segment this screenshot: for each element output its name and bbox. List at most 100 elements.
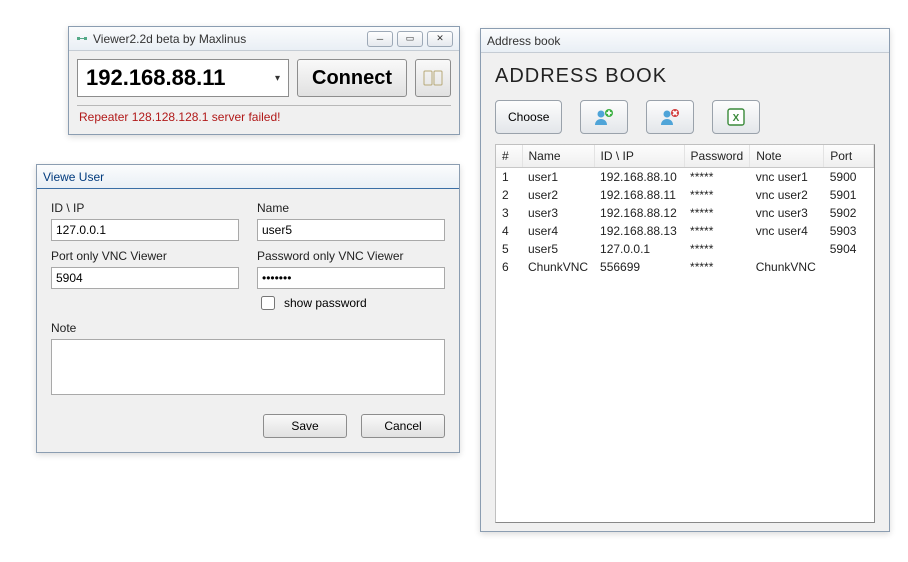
- addressbook-button[interactable]: [415, 59, 451, 97]
- label-port: Port only VNC Viewer: [51, 249, 239, 263]
- viewer-window: Viewer2.2d beta by Maxlinus ─ ▭ ✕ ▾ Conn…: [68, 26, 460, 135]
- table-cell: *****: [684, 258, 750, 276]
- viewer-titlebar: Viewer2.2d beta by Maxlinus ─ ▭ ✕: [69, 27, 459, 51]
- table-cell: 5902: [824, 204, 874, 222]
- field-note: Note: [51, 321, 445, 398]
- table-cell: 5: [496, 240, 522, 258]
- user-title: Viewe User: [43, 170, 453, 184]
- addressbook-title-small: Address book: [487, 34, 883, 48]
- table-cell: 556699: [594, 258, 684, 276]
- addressbook-heading: ADDRESS BOOK: [495, 65, 875, 88]
- maximize-button[interactable]: ▭: [397, 31, 423, 47]
- table-cell: 192.168.88.13: [594, 222, 684, 240]
- table-row[interactable]: 2user2192.168.88.11*****vnc user25901: [496, 186, 874, 204]
- field-name: Name: [257, 201, 445, 241]
- table-cell: 1: [496, 168, 522, 187]
- table-cell: 192.168.88.12: [594, 204, 684, 222]
- column-header[interactable]: Name: [522, 145, 594, 168]
- addressbook-window: Address book ADDRESS BOOK Choose X: [480, 28, 890, 532]
- save-button[interactable]: Save: [263, 414, 347, 438]
- table-cell: vnc user3: [750, 204, 824, 222]
- user-dialog: Viewe User ID \ IP Name Port only VNC Vi…: [36, 164, 460, 453]
- table-cell: ChunkVNC: [522, 258, 594, 276]
- table-cell: 6: [496, 258, 522, 276]
- label-name: Name: [257, 201, 445, 215]
- table-cell: *****: [684, 222, 750, 240]
- table-cell: user4: [522, 222, 594, 240]
- table-cell: user1: [522, 168, 594, 187]
- user-plus-icon: [593, 107, 615, 127]
- status-text: Repeater 128.128.128.1 server failed!: [77, 105, 451, 126]
- table-cell: [750, 240, 824, 258]
- table-cell: 192.168.88.10: [594, 168, 684, 187]
- table-cell: 5903: [824, 222, 874, 240]
- table-cell: 192.168.88.11: [594, 186, 684, 204]
- column-header[interactable]: Port: [824, 145, 874, 168]
- cancel-button[interactable]: Cancel: [361, 414, 445, 438]
- svg-text:X: X: [733, 113, 740, 124]
- table-row[interactable]: 4user4192.168.88.13*****vnc user45903: [496, 222, 874, 240]
- column-header[interactable]: Note: [750, 145, 824, 168]
- user-delete-icon: [659, 107, 681, 127]
- table-cell: 5900: [824, 168, 874, 187]
- minimize-button[interactable]: ─: [367, 31, 393, 47]
- table-cell: 5904: [824, 240, 874, 258]
- input-port[interactable]: [51, 267, 239, 289]
- table-cell: *****: [684, 186, 750, 204]
- label-password: Password only VNC Viewer: [257, 249, 445, 263]
- table-cell: 2: [496, 186, 522, 204]
- app-icon: [75, 32, 89, 46]
- field-id-ip: ID \ IP: [51, 201, 239, 241]
- user-titlebar: Viewe User: [37, 165, 459, 189]
- export-excel-button[interactable]: X: [712, 100, 760, 134]
- choose-button[interactable]: Choose: [495, 100, 562, 134]
- addressbook-table[interactable]: #NameID \ IPPasswordNotePort 1user1192.1…: [496, 145, 874, 276]
- addressbook-titlebar: Address book: [481, 29, 889, 53]
- label-note: Note: [51, 321, 445, 335]
- table-cell: user5: [522, 240, 594, 258]
- delete-user-button[interactable]: [646, 100, 694, 134]
- table-cell: vnc user1: [750, 168, 824, 187]
- window-controls: ─ ▭ ✕: [367, 31, 453, 47]
- table-cell: *****: [684, 240, 750, 258]
- ip-input[interactable]: [84, 64, 273, 92]
- label-show-password: show password: [284, 296, 367, 310]
- table-cell: [824, 258, 874, 276]
- excel-icon: X: [726, 107, 746, 127]
- column-header[interactable]: ID \ IP: [594, 145, 684, 168]
- table-cell: 5901: [824, 186, 874, 204]
- table-cell: vnc user2: [750, 186, 824, 204]
- field-password: Password only VNC Viewer show password: [257, 249, 445, 313]
- table-cell: 127.0.0.1: [594, 240, 684, 258]
- ip-combobox[interactable]: ▾: [77, 59, 289, 97]
- table-row[interactable]: 3user3192.168.88.12*****vnc user35902: [496, 204, 874, 222]
- field-port: Port only VNC Viewer: [51, 249, 239, 313]
- table-row[interactable]: 6ChunkVNC556699*****ChunkVNC: [496, 258, 874, 276]
- column-header[interactable]: Password: [684, 145, 750, 168]
- input-note[interactable]: [51, 339, 445, 395]
- table-row[interactable]: 1user1192.168.88.10*****vnc user15900: [496, 168, 874, 187]
- addressbook-toolbar: Choose X: [495, 100, 875, 134]
- book-icon: [423, 70, 443, 86]
- table-row[interactable]: 5user5127.0.0.1***** 5904: [496, 240, 874, 258]
- table-cell: user2: [522, 186, 594, 204]
- dropdown-caret-icon[interactable]: ▾: [273, 73, 282, 84]
- input-password[interactable]: [257, 267, 445, 289]
- table-cell: 4: [496, 222, 522, 240]
- input-name[interactable]: [257, 219, 445, 241]
- table-cell: user3: [522, 204, 594, 222]
- table-cell: *****: [684, 168, 750, 187]
- column-header[interactable]: #: [496, 145, 522, 168]
- table-cell: *****: [684, 204, 750, 222]
- addressbook-table-wrap: #NameID \ IPPasswordNotePort 1user1192.1…: [495, 144, 875, 523]
- table-cell: ChunkVNC: [750, 258, 824, 276]
- label-id-ip: ID \ IP: [51, 201, 239, 215]
- close-button[interactable]: ✕: [427, 31, 453, 47]
- table-cell: vnc user4: [750, 222, 824, 240]
- viewer-title: Viewer2.2d beta by Maxlinus: [93, 32, 367, 46]
- input-id-ip[interactable]: [51, 219, 239, 241]
- add-user-button[interactable]: [580, 100, 628, 134]
- checkbox-show-password[interactable]: [261, 296, 275, 310]
- table-cell: 3: [496, 204, 522, 222]
- connect-button[interactable]: Connect: [297, 59, 407, 97]
